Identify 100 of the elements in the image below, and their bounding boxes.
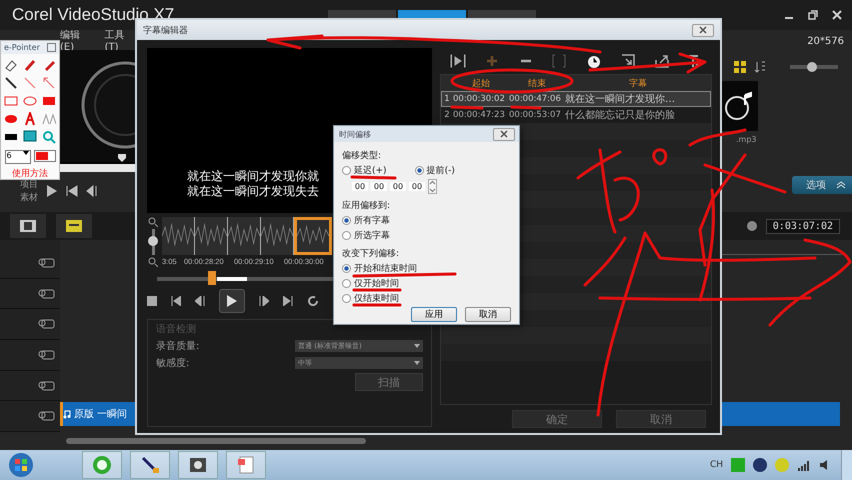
signal-icon[interactable]	[797, 458, 811, 472]
ellipse-icon[interactable]	[23, 94, 37, 108]
previous-icon[interactable]	[66, 185, 78, 197]
radio-option[interactable]: 仅结束时间	[342, 292, 511, 305]
color-dropdown[interactable]	[34, 150, 56, 162]
waveform[interactable]	[162, 217, 332, 255]
underline-annotation	[350, 176, 396, 180]
play-button[interactable]	[219, 289, 245, 313]
radio-button[interactable]	[414, 166, 424, 175]
media-thumbnail[interactable]	[722, 81, 758, 131]
camera-icon	[188, 455, 208, 475]
radio-button[interactable]	[342, 231, 351, 240]
magnifier-icon[interactable]	[42, 130, 56, 144]
audio-clip[interactable]: 原版 一瞬间	[60, 402, 135, 426]
arrow-icon[interactable]	[42, 76, 56, 90]
close-icon	[699, 26, 707, 34]
timecode-field[interactable]: 0:03:07:02	[766, 218, 840, 234]
sort-icon[interactable]	[754, 61, 766, 73]
time-field[interactable]: 00	[390, 182, 406, 191]
option-label: 延迟(+)	[354, 164, 387, 177]
play-icon[interactable]	[46, 184, 58, 198]
audio-clip[interactable]	[722, 402, 840, 426]
close-button[interactable]	[692, 24, 714, 36]
step-forward-icon[interactable]	[259, 296, 269, 306]
play-range-icon[interactable]	[450, 54, 466, 68]
start-button[interactable]	[8, 452, 34, 478]
filled-rectangle-icon[interactable]	[42, 94, 56, 108]
alarm-clock-icon[interactable]	[586, 53, 602, 69]
table-cell-text: 00:00:53:07	[509, 110, 562, 120]
size-dropdown[interactable]: 6	[4, 150, 30, 164]
pin-icon[interactable]	[47, 43, 56, 52]
table-cell-text: 00:00:30:02	[453, 94, 506, 104]
selection-range	[217, 277, 247, 281]
eraser-icon[interactable]	[4, 58, 18, 72]
text-tool-icon[interactable]	[23, 112, 37, 126]
import-icon[interactable]	[621, 54, 636, 68]
dialog-button[interactable]: 应用	[411, 307, 457, 322]
radio-option[interactable]: 延迟(+)	[342, 164, 387, 177]
preview-mode[interactable]: 项目	[20, 178, 38, 191]
line-icon[interactable]	[4, 76, 18, 90]
spinner-icon[interactable]	[428, 179, 437, 194]
timeline-view-button[interactable]	[56, 214, 92, 238]
track-icon[interactable]	[38, 318, 56, 330]
step-back-icon[interactable]	[195, 296, 205, 306]
radio-button[interactable]	[342, 294, 351, 303]
option-label: 所选字幕	[354, 230, 390, 242]
radio-option[interactable]: 开始和结束时间	[342, 262, 511, 275]
underline-annotation	[352, 304, 402, 306]
section-title: 语音检测	[156, 322, 197, 336]
close-icon[interactable]	[832, 10, 842, 20]
track-icon[interactable]	[38, 410, 56, 422]
column-header[interactable]: 起始	[453, 76, 509, 90]
track-icon[interactable]	[38, 380, 56, 392]
next-icon[interactable]	[283, 296, 293, 306]
taskbar-app[interactable]	[130, 451, 170, 479]
subtitle-row[interactable]: 1 00:00:30:02 00:00:47:06 就在这一瞬间才发现你…	[441, 91, 711, 107]
time-field[interactable]: 00	[352, 182, 368, 191]
column-header[interactable]: 结束	[509, 76, 565, 90]
track-icon[interactable]	[38, 288, 56, 300]
radio-button[interactable]	[342, 216, 351, 225]
zoom-out-icon[interactable]	[148, 257, 158, 267]
radio-option[interactable]: 提前(-)	[414, 164, 455, 177]
time-field[interactable]: 00	[371, 182, 387, 191]
radio-option[interactable]: 所选字幕	[342, 229, 511, 242]
step-back-icon[interactable]	[86, 185, 98, 197]
radio-button[interactable]	[342, 264, 351, 273]
pen-icon[interactable]	[23, 58, 37, 72]
filled-ellipse-icon[interactable]	[4, 112, 18, 126]
taskbar-app[interactable]	[178, 451, 218, 479]
grid-view-icon[interactable]	[734, 61, 746, 73]
close-icon	[500, 130, 508, 138]
rectangle-icon[interactable]	[4, 94, 18, 108]
scrollbar-thumb[interactable]	[66, 438, 366, 444]
radio-button[interactable]	[342, 279, 351, 288]
export-icon[interactable]	[654, 54, 669, 68]
radio-button[interactable]	[342, 166, 351, 175]
text-outline-icon[interactable]	[42, 112, 56, 126]
restore-icon[interactable]	[808, 10, 818, 20]
zoom-in-icon[interactable]	[148, 217, 158, 227]
track-icon[interactable]	[38, 256, 56, 269]
dialog-button[interactable]: 取消	[465, 307, 511, 322]
subtitle-row[interactable]: 2 00:00:47:23 00:00:53:07 什么都能忘记只是你的脸	[441, 107, 711, 123]
column-header[interactable]: 字幕	[565, 76, 711, 90]
radio-option[interactable]: 仅开始时间	[342, 277, 511, 290]
screen-icon[interactable]	[23, 130, 37, 144]
previous-icon[interactable]	[171, 296, 181, 306]
repeat-icon[interactable]	[307, 295, 319, 307]
scrub-thumb[interactable]	[208, 271, 216, 285]
options-button[interactable]: 选项	[792, 176, 852, 194]
track-icon[interactable]	[38, 348, 56, 361]
close-button[interactable]	[493, 128, 515, 140]
dropdown-arrow-icon	[414, 361, 420, 365]
time-field[interactable]: 00	[409, 182, 425, 191]
radio-option[interactable]: 所有字幕	[342, 214, 511, 227]
language-indicator[interactable]: CH	[710, 460, 723, 470]
slider-thumb[interactable]	[806, 62, 817, 72]
zoom-slider-thumb[interactable]	[148, 236, 158, 246]
preview-mode[interactable]: 素材	[20, 191, 38, 204]
help-link[interactable]: 使用方法	[12, 167, 48, 180]
storyboard-view-button[interactable]	[10, 214, 46, 238]
